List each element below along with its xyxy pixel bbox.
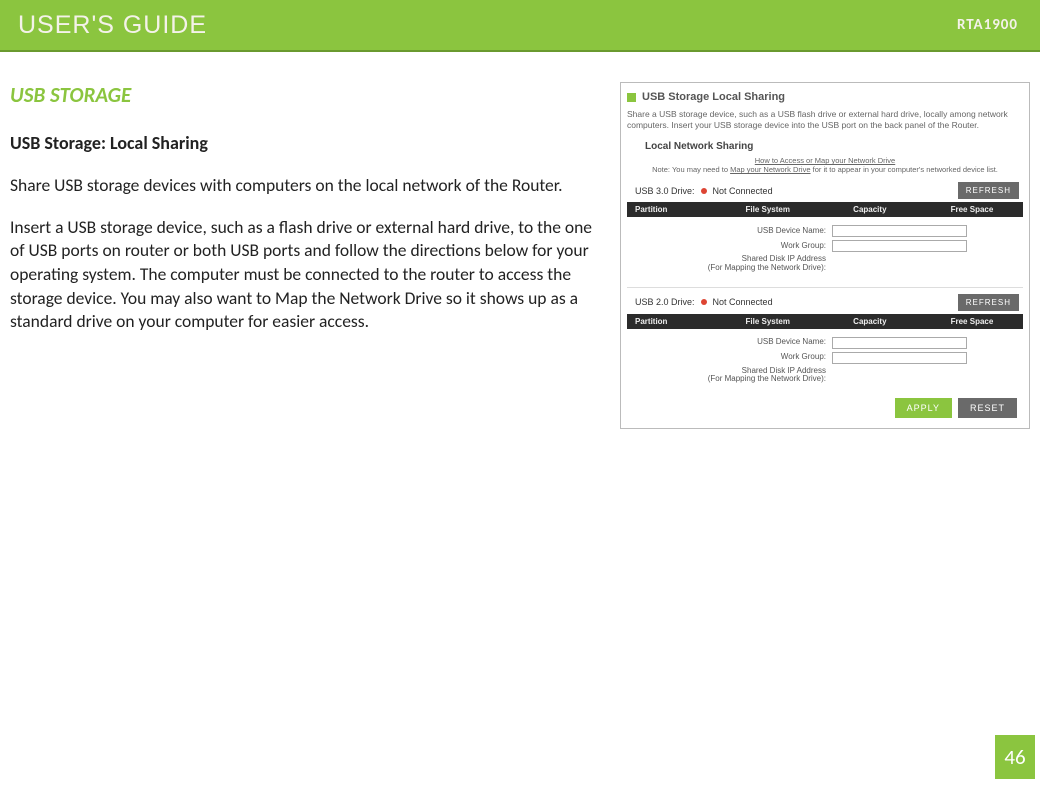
usb30-left: USB 3.0 Drive: Not Connected xyxy=(635,186,773,196)
lbl-workgroup-30: Work Group: xyxy=(627,242,832,251)
usb30-label: USB 3.0 Drive: xyxy=(635,186,695,196)
refresh-button-usb20[interactable]: REFRESH xyxy=(958,294,1019,311)
text-column: USB STORAGE USB Storage: Local Sharing S… xyxy=(10,82,620,352)
paragraph-2: Insert a USB storage device, such as a f… xyxy=(10,216,608,334)
usb20-form: USB Device Name: Work Group: Shared Disk… xyxy=(627,337,1023,385)
ss-note-suffix: for it to appear in your computer's netw… xyxy=(813,165,998,174)
section-title: USB STORAGE xyxy=(10,82,608,108)
usb30-form: USB Device Name: Work Group: Shared Disk… xyxy=(627,225,1023,273)
page-number: 46 xyxy=(995,735,1035,779)
ss-note-prefix: Note: You may need to xyxy=(652,165,730,174)
th-partition-2: Partition xyxy=(627,317,717,326)
header-bar: USER'S GUIDE RTA1900 xyxy=(0,0,1040,52)
header-left: USER'S GUIDE xyxy=(18,11,207,40)
usb20-label: USB 2.0 Drive: xyxy=(635,297,695,307)
table-header-usb30: Partition File System Capacity Free Spac… xyxy=(627,202,1023,217)
refresh-button-usb30[interactable]: REFRESH xyxy=(958,182,1019,199)
model-label: RTA1900 xyxy=(957,16,1018,34)
th-capacity: Capacity xyxy=(819,205,921,214)
row-ip-30: Shared Disk IP Address (For Mapping the … xyxy=(627,255,1023,273)
ss-note-link-1[interactable]: How to Access or Map your Network Drive xyxy=(755,156,895,165)
ss-description: Share a USB storage device, such as a US… xyxy=(627,109,1023,131)
input-device-name-20[interactable] xyxy=(832,337,967,349)
lbl-device-name-20: USB Device Name: xyxy=(627,338,832,347)
status-dot-icon xyxy=(701,188,707,194)
th-freespace: Free Space xyxy=(921,205,1023,214)
ss-note: How to Access or Map your Network Drive … xyxy=(627,156,1023,174)
row-workgroup-30: Work Group: xyxy=(627,240,1023,252)
row-ip-20: Shared Disk IP Address (For Mapping the … xyxy=(627,367,1023,385)
paragraph-1: Share USB storage devices with computers… xyxy=(10,174,608,198)
th-capacity-2: Capacity xyxy=(819,317,921,326)
lbl-workgroup-20: Work Group: xyxy=(627,353,832,362)
usb30-row: USB 3.0 Drive: Not Connected REFRESH xyxy=(627,180,1023,201)
content: USB STORAGE USB Storage: Local Sharing S… xyxy=(0,52,1040,429)
usb30-status: Not Connected xyxy=(713,186,773,196)
lbl-ip-30: Shared Disk IP Address (For Mapping the … xyxy=(627,255,832,273)
status-dot-icon xyxy=(701,299,707,305)
ss-title: USB Storage Local Sharing xyxy=(642,91,785,103)
table-header-usb20: Partition File System Capacity Free Spac… xyxy=(627,314,1023,329)
ss-local-heading: Local Network Sharing xyxy=(645,141,1023,152)
ss-note-link-2[interactable]: Map your Network Drive xyxy=(730,165,810,174)
th-partition: Partition xyxy=(627,205,717,214)
th-filesystem-2: File System xyxy=(717,317,819,326)
divider xyxy=(627,287,1023,288)
input-workgroup-20[interactable] xyxy=(832,352,967,364)
input-device-name-30[interactable] xyxy=(832,225,967,237)
th-filesystem: File System xyxy=(717,205,819,214)
usb20-left: USB 2.0 Drive: Not Connected xyxy=(635,297,773,307)
lbl-device-name-30: USB Device Name: xyxy=(627,227,832,236)
apply-button[interactable]: APPLY xyxy=(895,398,952,418)
row-device-name-20: USB Device Name: xyxy=(627,337,1023,349)
th-freespace-2: Free Space xyxy=(921,317,1023,326)
ss-title-row: USB Storage Local Sharing xyxy=(627,91,1023,103)
embedded-screenshot: USB Storage Local Sharing Share a USB st… xyxy=(620,82,1030,429)
guide-title: USER'S GUIDE xyxy=(18,11,207,40)
subsection-title: USB Storage: Local Sharing xyxy=(10,132,608,154)
square-icon xyxy=(627,93,636,102)
input-workgroup-30[interactable] xyxy=(832,240,967,252)
row-workgroup-20: Work Group: xyxy=(627,352,1023,364)
reset-button[interactable]: RESET xyxy=(958,398,1017,418)
row-device-name-30: USB Device Name: xyxy=(627,225,1023,237)
lbl-ip-20: Shared Disk IP Address (For Mapping the … xyxy=(627,367,832,385)
ss-button-row: APPLY RESET xyxy=(627,398,1023,418)
usb20-status: Not Connected xyxy=(713,297,773,307)
usb20-row: USB 2.0 Drive: Not Connected REFRESH xyxy=(627,292,1023,313)
